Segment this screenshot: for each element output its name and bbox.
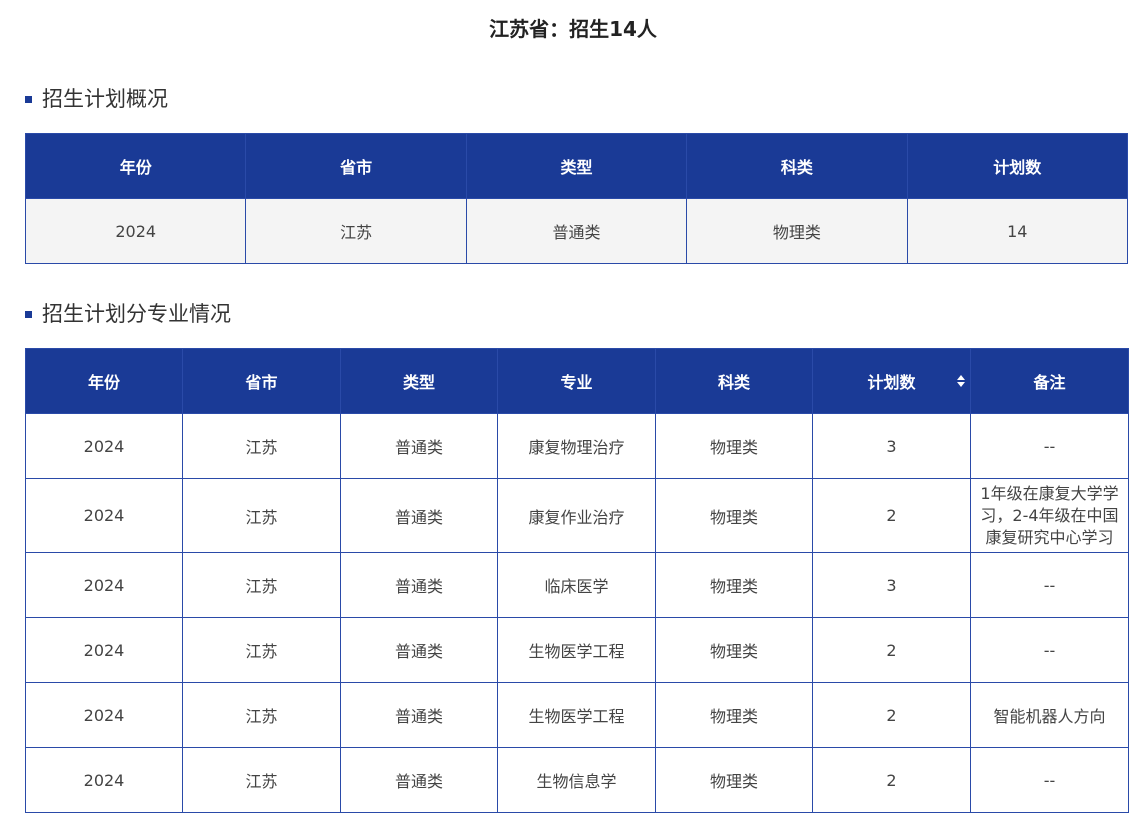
cell-type: 普通类: [340, 682, 498, 748]
cell-type: 普通类: [340, 478, 498, 553]
detail-table: 年份 省市 类型 专业 科类 计划数 备注 2024 江苏 普通类 康复物理治疗…: [25, 348, 1129, 813]
cell-year: 2024: [25, 478, 183, 553]
summary-table: 年份 省市 类型 科类 计划数 2024 江苏 普通类 物理类 14: [24, 133, 1129, 264]
table-row: 2024 江苏 普通类 生物医学工程 物理类 2 智能机器人方向: [25, 682, 1129, 748]
cell-major: 生物医学工程: [497, 617, 656, 683]
summary-header-row: 年份 省市 类型 科类 计划数: [24, 133, 1129, 199]
cell-note: 1年级在康复大学学习，2-4年级在中国康复研究中心学习: [970, 478, 1129, 553]
cell-type: 普通类: [340, 747, 498, 813]
cell-plan-count: 3: [812, 413, 971, 479]
cell-category: 物理类: [655, 552, 813, 618]
summary-header-plan-count: 计划数: [906, 133, 1129, 199]
cell-note: --: [970, 413, 1129, 479]
cell-province: 江苏: [182, 478, 341, 553]
cell-major: 生物医学工程: [497, 682, 656, 748]
summary-header-year: 年份: [24, 133, 247, 199]
cell-category: 物理类: [655, 478, 813, 553]
summary-section-heading: 招生计划概况: [25, 84, 168, 114]
cell-plan-count: 14: [906, 198, 1129, 264]
cell-plan-count: 2: [812, 617, 971, 683]
summary-header-province: 省市: [245, 133, 467, 199]
cell-note: --: [970, 617, 1129, 683]
table-row: 2024 江苏 普通类 生物信息学 物理类 2 --: [25, 747, 1129, 813]
cell-year: 2024: [25, 617, 183, 683]
cell-note: --: [970, 552, 1129, 618]
cell-year: 2024: [25, 682, 183, 748]
cell-note: --: [970, 747, 1129, 813]
cell-year: 2024: [25, 747, 183, 813]
cell-type: 普通类: [465, 198, 688, 264]
detail-header-plan-count[interactable]: 计划数: [812, 348, 971, 414]
cell-year: 2024: [25, 413, 183, 479]
cell-category: 物理类: [655, 682, 813, 748]
detail-section-heading: 招生计划分专业情况: [25, 299, 231, 329]
cell-type: 普通类: [340, 552, 498, 618]
cell-province: 江苏: [182, 747, 341, 813]
detail-header-year: 年份: [25, 348, 183, 414]
cell-province: 江苏: [182, 682, 341, 748]
detail-header-province: 省市: [182, 348, 341, 414]
cell-plan-count: 3: [812, 552, 971, 618]
cell-category: 物理类: [686, 198, 908, 264]
table-row: 2024 江苏 普通类 康复作业治疗 物理类 2 1年级在康复大学学习，2-4年…: [25, 478, 1129, 553]
detail-header-type: 类型: [340, 348, 498, 414]
cell-major: 康复作业治疗: [497, 478, 656, 553]
cell-plan-count: 2: [812, 747, 971, 813]
square-bullet-icon: [25, 95, 32, 103]
cell-year: 2024: [24, 198, 247, 264]
summary-header-type: 类型: [465, 133, 688, 199]
cell-province: 江苏: [182, 617, 341, 683]
cell-category: 物理类: [655, 617, 813, 683]
cell-type: 普通类: [340, 617, 498, 683]
summary-header-category: 科类: [686, 133, 908, 199]
table-row: 2024 江苏 普通类 康复物理治疗 物理类 3 --: [25, 413, 1129, 479]
cell-province: 江苏: [182, 552, 341, 618]
table-row: 2024 江苏 普通类 物理类 14: [24, 198, 1129, 264]
cell-major: 康复物理治疗: [497, 413, 656, 479]
cell-category: 物理类: [655, 413, 813, 479]
square-bullet-icon: [25, 310, 32, 318]
table-row: 2024 江苏 普通类 生物医学工程 物理类 2 --: [25, 617, 1129, 683]
detail-header-category: 科类: [655, 348, 813, 414]
plan-count-label: 计划数: [867, 373, 916, 392]
detail-header-note: 备注: [970, 348, 1129, 414]
summary-section-title: 招生计划概况: [42, 87, 168, 111]
cell-major: 临床医学: [497, 552, 656, 618]
cell-province: 江苏: [245, 198, 467, 264]
page-title: 江苏省：招生14人: [489, 17, 657, 41]
sort-icon[interactable]: [957, 375, 965, 387]
cell-note: 智能机器人方向: [970, 682, 1129, 748]
cell-year: 2024: [25, 552, 183, 618]
cell-major: 生物信息学: [497, 747, 656, 813]
cell-plan-count: 2: [812, 478, 971, 553]
detail-header-major: 专业: [497, 348, 656, 414]
table-row: 2024 江苏 普通类 临床医学 物理类 3 --: [25, 552, 1129, 618]
cell-category: 物理类: [655, 747, 813, 813]
detail-header-row: 年份 省市 类型 专业 科类 计划数 备注: [25, 348, 1129, 414]
cell-type: 普通类: [340, 413, 498, 479]
cell-province: 江苏: [182, 413, 341, 479]
cell-plan-count: 2: [812, 682, 971, 748]
detail-section-title: 招生计划分专业情况: [42, 302, 231, 326]
